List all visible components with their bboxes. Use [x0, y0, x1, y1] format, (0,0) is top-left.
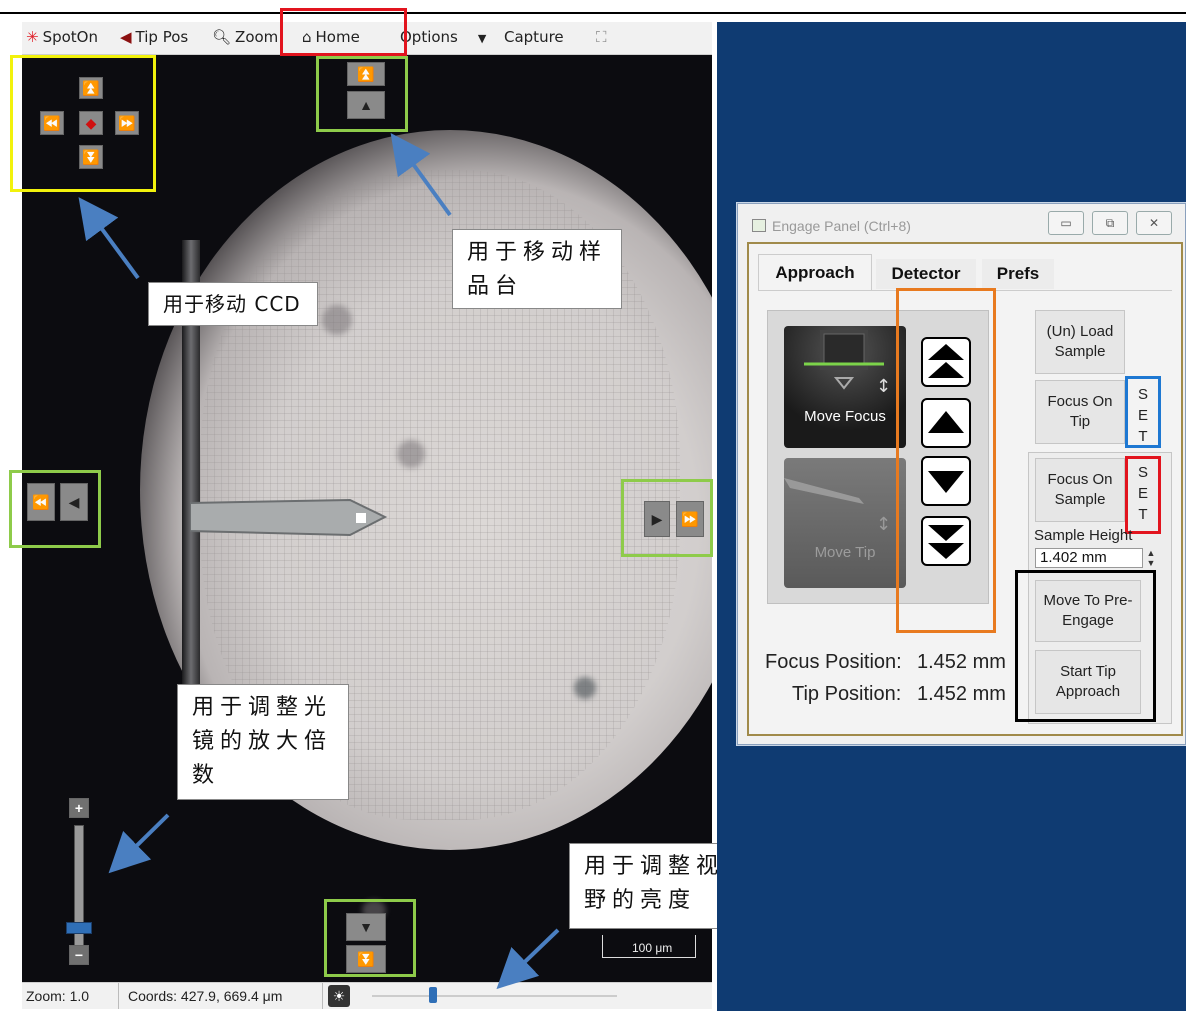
focus-on-tip-button[interactable]: Focus On Tip: [1035, 380, 1125, 444]
restore-button[interactable]: ⧉: [1092, 211, 1128, 235]
spinner-icon[interactable]: ▲ ▼: [1145, 548, 1157, 568]
window-icon: [752, 219, 766, 232]
sample-height-input[interactable]: 1.402 mm: [1035, 548, 1143, 568]
tip-position-label: Tip Position:: [792, 683, 902, 705]
window-title: Engage Panel (Ctrl+8): [772, 218, 911, 234]
callout-move-ccd: 用于移动 CCD: [148, 282, 318, 326]
set-sample-highlight: [1125, 456, 1161, 534]
tab-detector[interactable]: Detector: [876, 259, 976, 289]
callout-adjust-magnification: 用于调整光镜的放大倍数: [177, 684, 349, 800]
objective-icon: ↕: [804, 330, 891, 397]
focus-on-sample-button[interactable]: Focus On Sample: [1035, 458, 1125, 522]
minimize-button[interactable]: ▭: [1048, 211, 1084, 235]
engage-actions-highlight: [1015, 570, 1156, 722]
focus-position-value: 1.452 mm: [917, 651, 1006, 673]
tab-approach[interactable]: Approach: [758, 254, 872, 291]
close-button[interactable]: ✕: [1136, 211, 1172, 235]
callout-move-stage: 用于移动样品台: [452, 229, 622, 309]
tip-position-value: 1.452 mm: [917, 683, 1006, 705]
focus-arrows-highlight: [896, 288, 996, 633]
svg-text:↕: ↕: [876, 376, 891, 397]
set-tip-highlight: [1125, 376, 1161, 448]
move-focus-button[interactable]: ↕ Move Focus: [784, 326, 906, 448]
move-tip-button[interactable]: ↕ Move Tip: [784, 458, 906, 588]
focus-position-label: Focus Position:: [765, 651, 902, 673]
tip-holder-icon: ↕: [784, 478, 891, 535]
tab-prefs[interactable]: Prefs: [982, 259, 1054, 289]
move-tip-label: Move Tip: [814, 544, 876, 561]
callout-adjust-brightness: 用于调整视野的亮度: [569, 843, 741, 929]
sample-height-label: Sample Height: [1034, 527, 1133, 544]
unload-sample-button[interactable]: (Un) Load Sample: [1035, 310, 1125, 374]
svg-text:↕: ↕: [876, 514, 891, 535]
move-focus-label: Move Focus: [804, 408, 886, 425]
